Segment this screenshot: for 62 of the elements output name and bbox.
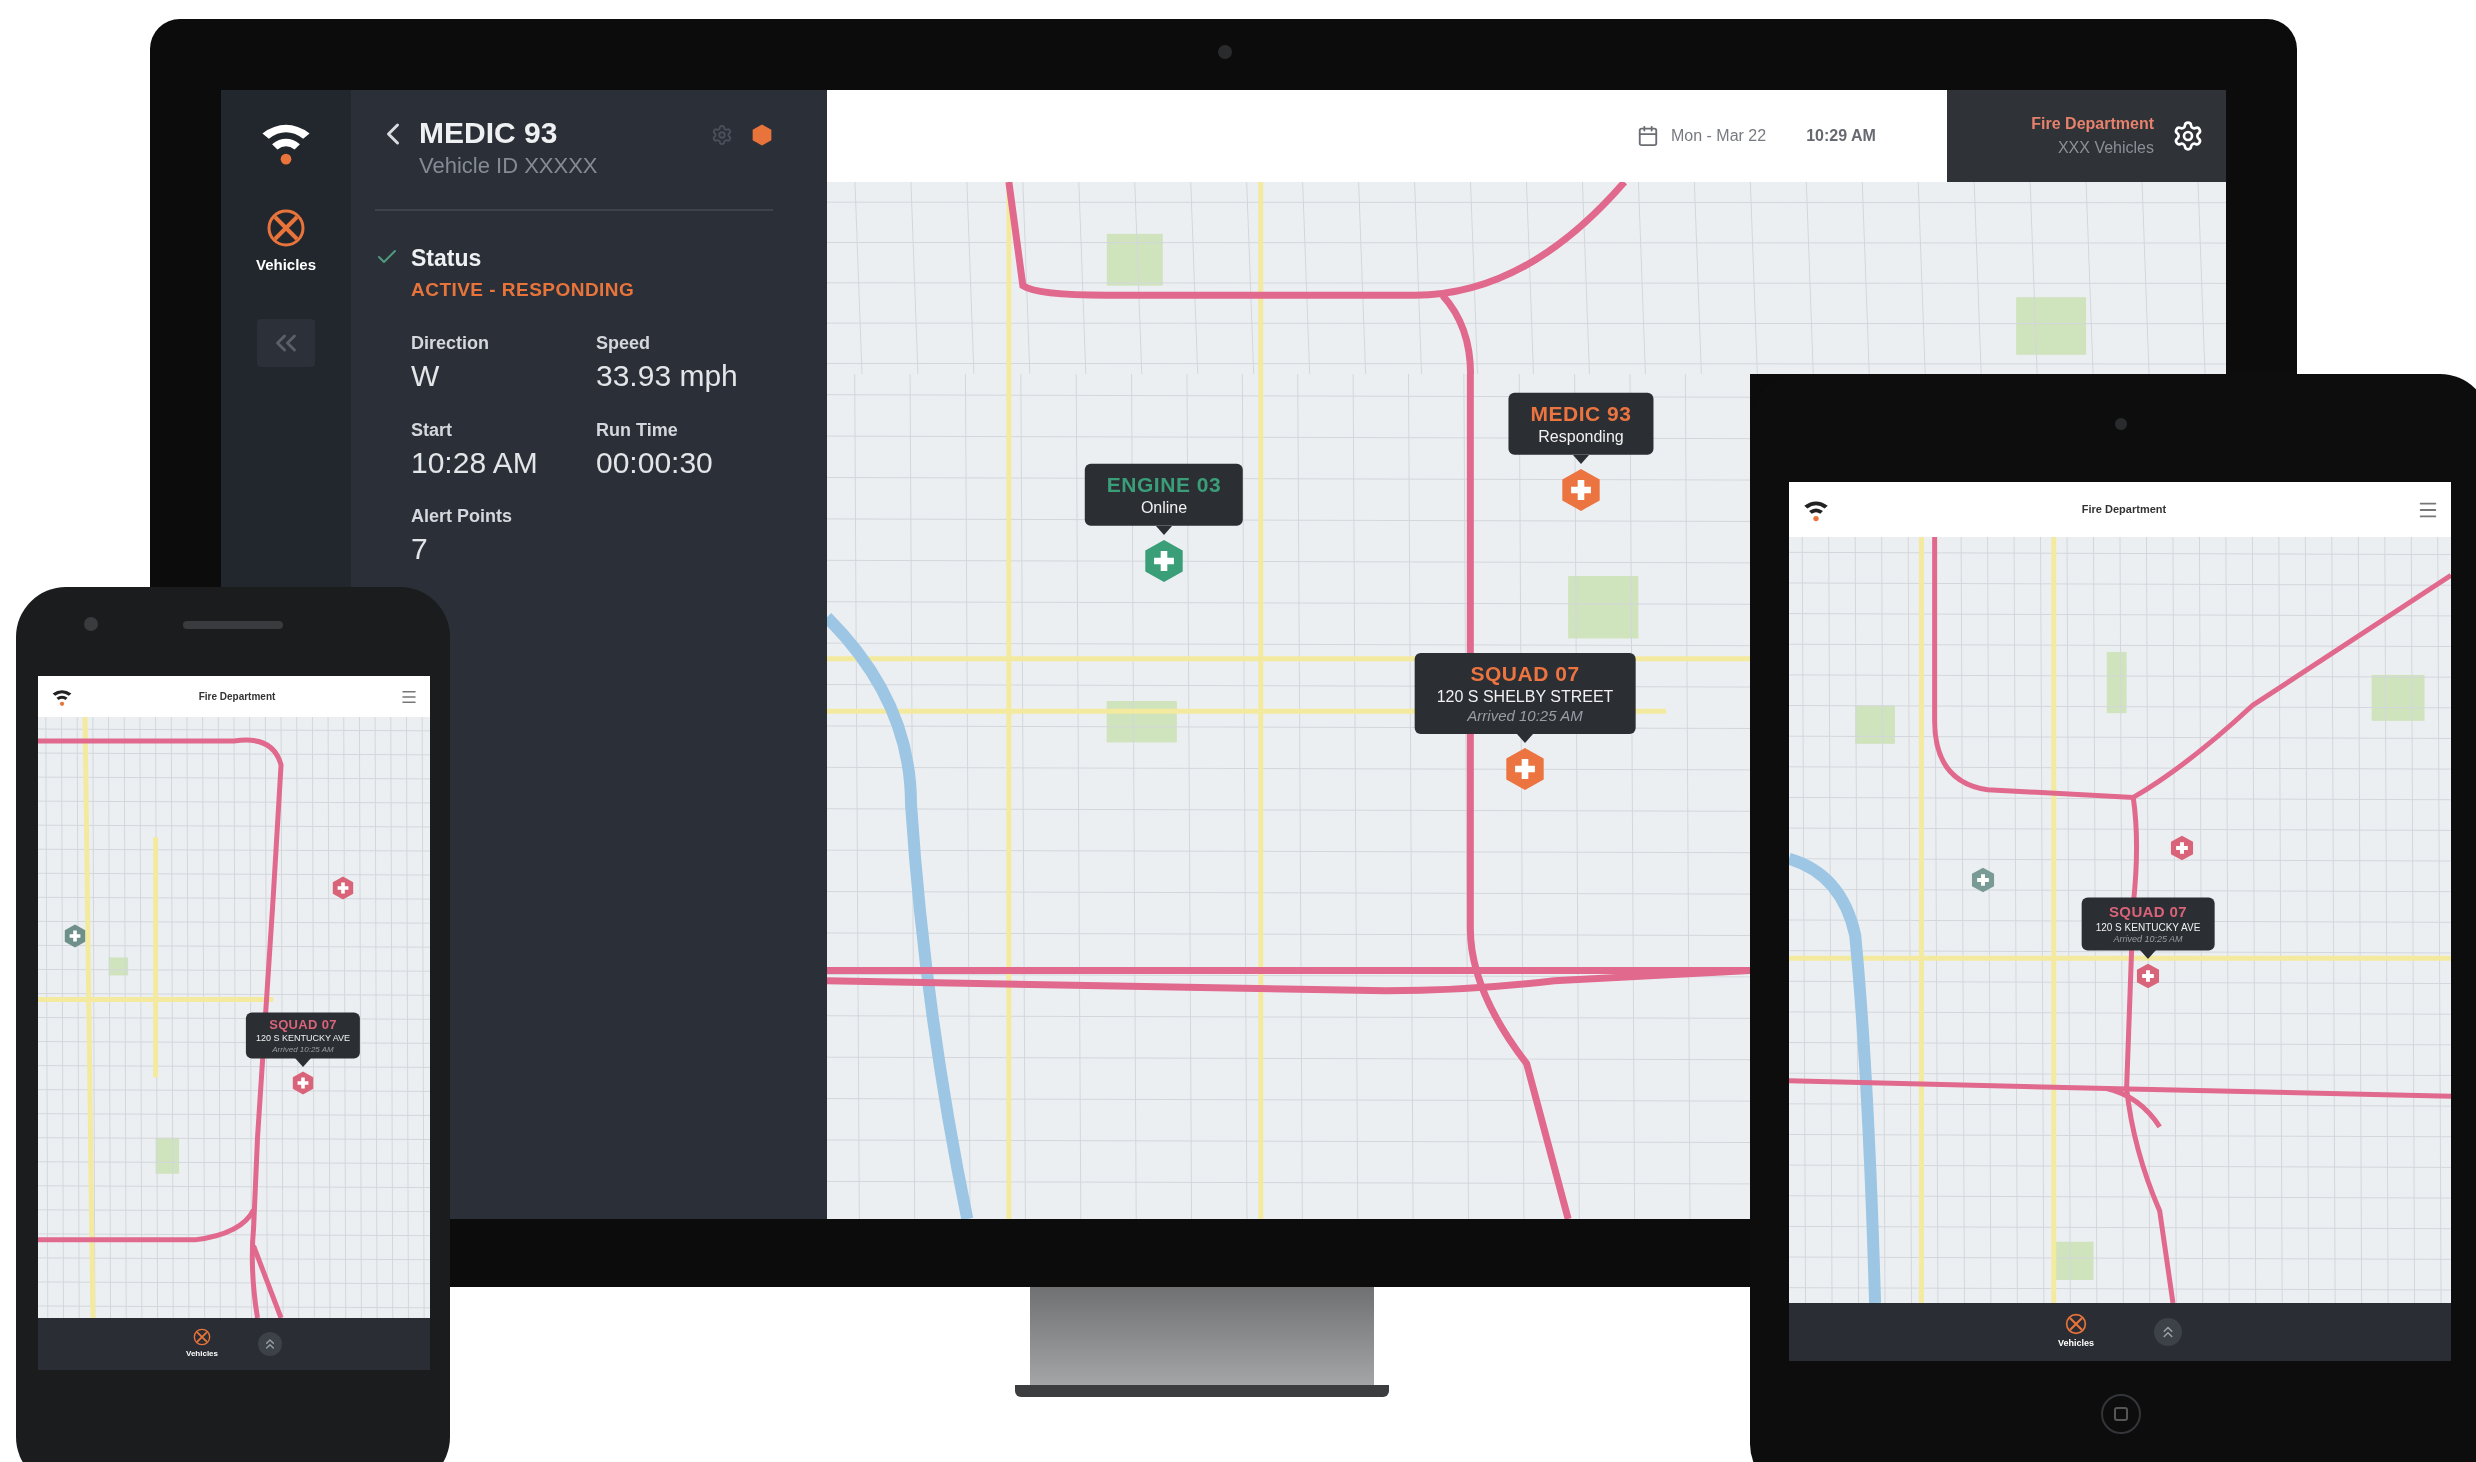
hexagon-marker-icon[interactable] [291, 1071, 315, 1095]
hexagon-marker-icon[interactable] [63, 924, 87, 948]
square-icon [2114, 1407, 2128, 1421]
account-name: Fire Department [2031, 114, 2154, 134]
hexagon-marker-icon[interactable] [1970, 867, 1996, 893]
crossed-circle-icon [266, 208, 306, 248]
hexagon-marker-icon[interactable] [1559, 468, 1603, 512]
field-value: W [411, 358, 441, 394]
unit-detail: 120 S KENTUCKY AVE [2095, 921, 2201, 934]
unit-name: SQUAD 07 [1470, 661, 1580, 687]
hexagon-marker-icon[interactable] [1503, 747, 1547, 791]
park-area [2016, 297, 2087, 355]
unit-detail: 120 S SHELBY STREET [1436, 687, 1614, 708]
unit-name: SQUAD 07 [2109, 902, 2187, 922]
header-title: Fire Department [198, 690, 276, 704]
vehicles-nav-item[interactable]: Vehicles [255, 208, 316, 277]
hexagon-marker-icon[interactable] [331, 876, 355, 900]
crossed-circle-icon [193, 1328, 211, 1346]
status-value: ACTIVE - RESPONDING [411, 277, 635, 302]
hexagon-marker-icon[interactable] [2169, 835, 2195, 861]
field-label: Run Time [596, 418, 679, 442]
unit-note: Arrived 10:25 AM [2113, 933, 2183, 945]
park-area [1568, 575, 1639, 639]
field-value: 10:28 AM [411, 444, 539, 481]
unit-detail: Responding [1538, 427, 1624, 447]
time-text: 10:29 AM [1806, 126, 1876, 146]
expand-button[interactable] [258, 1332, 282, 1356]
unit-name: SQUAD 07 [269, 1016, 337, 1033]
expand-button[interactable] [2154, 1318, 2182, 1346]
vehicle-title: MEDIC 93 [419, 115, 559, 151]
vehicle-count: XXX Vehicles [2057, 138, 2154, 158]
field-label: Alert Points [411, 505, 513, 528]
collapse-button[interactable] [257, 318, 315, 367]
date-text: Mon - Mar 22 [1671, 126, 1767, 146]
phone-camera-icon [84, 617, 98, 631]
unit-name: MEDIC 93 [1530, 400, 1632, 427]
tablet-camera-icon [2115, 418, 2127, 430]
home-button[interactable] [2101, 1394, 2141, 1434]
unit-detail: Online [1140, 498, 1188, 518]
field-value: 33.93 mph [596, 358, 739, 394]
hexagon-marker-icon[interactable] [2135, 963, 2161, 989]
field-value: 00:00:30 [596, 444, 714, 481]
park-area [1855, 705, 1895, 744]
field-label: Direction [411, 332, 490, 355]
vehicles-tab[interactable]: Vehicles [2058, 1313, 2094, 1351]
vehicles-tab[interactable]: Vehicles [186, 1328, 218, 1360]
field-label: Start [411, 418, 453, 442]
crossed-circle-icon [2065, 1313, 2087, 1336]
unit-name: ENGINE 03 [1106, 471, 1222, 498]
settings-icon[interactable] [2172, 120, 2204, 152]
unit-note: Arrived 10:25 AM [272, 1044, 334, 1054]
status-label: Status [411, 244, 483, 273]
hexagon-marker-icon[interactable] [1142, 539, 1186, 583]
unit-note: Arrived 10:25 AM [1467, 707, 1583, 726]
calendar-icon [1637, 125, 1659, 147]
header-title: Fire Department [2081, 502, 2167, 518]
webcam-icon [1218, 45, 1232, 59]
unit-detail: 120 S KENTUCKY AVE [255, 1032, 351, 1044]
field-label: Speed [596, 332, 652, 355]
vehicle-id: Vehicle ID XXXXX [419, 151, 598, 179]
status-hexagon-icon [751, 124, 773, 146]
field-value: 7 [411, 531, 429, 567]
